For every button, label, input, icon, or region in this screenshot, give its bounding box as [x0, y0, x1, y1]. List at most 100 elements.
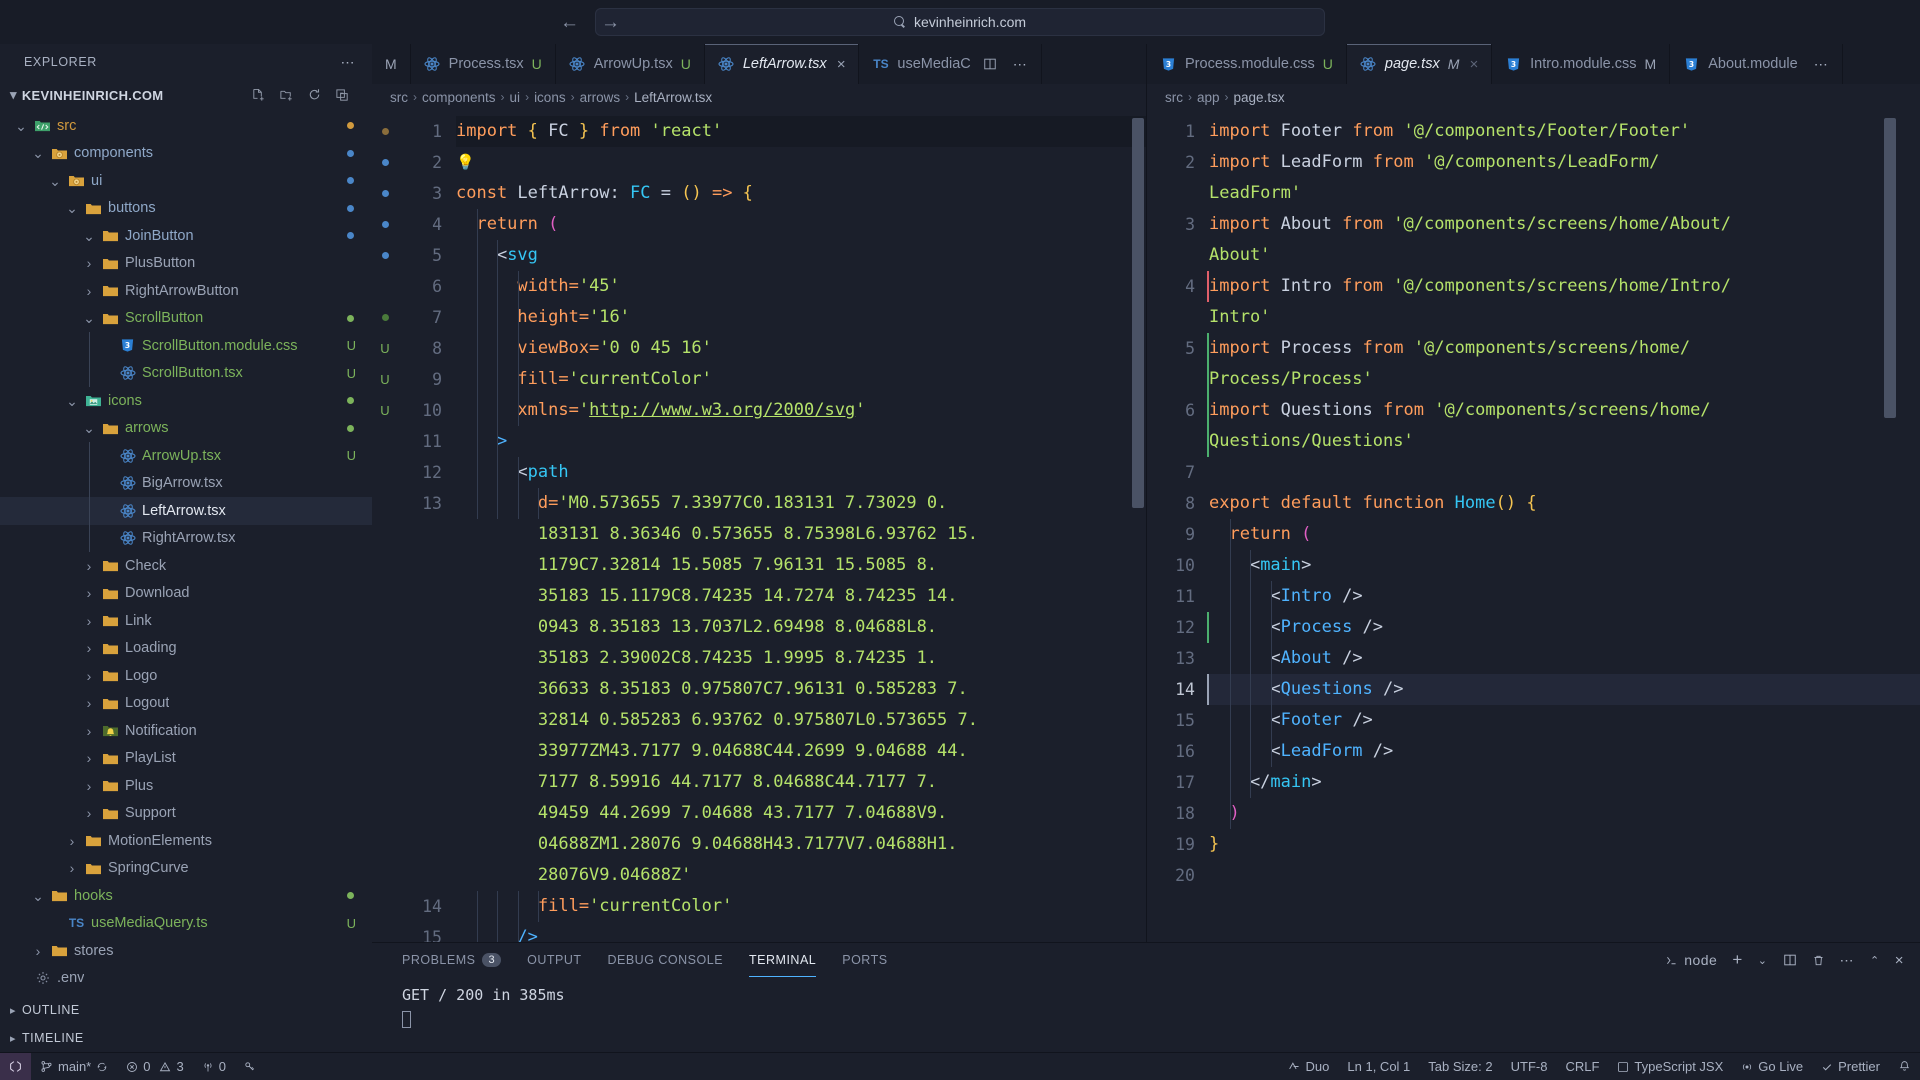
- editor-tab-partial[interactable]: M: [372, 44, 411, 84]
- lightbulb-icon[interactable]: 💡: [456, 153, 475, 171]
- collapse-all-icon[interactable]: [335, 88, 350, 103]
- editor-tab-page-tsx[interactable]: page.tsx M ×: [1346, 44, 1493, 84]
- tree-item-rightarrowbutton[interactable]: › RightArrowButton: [0, 277, 372, 305]
- terminal-shell-indicator[interactable]: node: [1665, 952, 1717, 968]
- tree-item-hooks[interactable]: ⌄ hooks: [0, 882, 372, 910]
- tree-item-logout[interactable]: › Logout: [0, 690, 372, 718]
- terminal-body[interactable]: GET / 200 in 385ms: [372, 977, 1920, 1052]
- panel-tab-problems[interactable]: PROBLEMS 3: [402, 943, 502, 977]
- breadcrumb-segment[interactable]: arrows: [580, 90, 621, 105]
- breadcrumb-segment[interactable]: page.tsx: [1234, 90, 1285, 105]
- prettier-indicator[interactable]: Prettier: [1812, 1053, 1889, 1080]
- outline-section[interactable]: ▸ OUTLINE: [0, 996, 372, 1024]
- split-terminal-icon[interactable]: [1783, 953, 1797, 967]
- tree-item-playlist[interactable]: › PlayList: [0, 745, 372, 773]
- breadcrumb-segment[interactable]: icons: [534, 90, 566, 105]
- breadcrumb-segment[interactable]: LeftArrow.tsx: [634, 90, 712, 105]
- notifications-bell[interactable]: [1889, 1053, 1920, 1080]
- go-live-button[interactable]: Go Live: [1732, 1053, 1812, 1080]
- duo-indicator[interactable]: Duo: [1279, 1053, 1339, 1080]
- branch-indicator[interactable]: main*: [31, 1053, 117, 1080]
- tab-size[interactable]: Tab Size: 2: [1419, 1053, 1501, 1080]
- tree-item-plusbutton[interactable]: › PlusButton: [0, 250, 372, 278]
- breadcrumb-segment[interactable]: src: [1165, 90, 1183, 105]
- editor-actions-more-icon[interactable]: ⋯: [1013, 56, 1029, 73]
- split-editor-icon[interactable]: [979, 57, 997, 71]
- code-content[interactable]: import Footer from '@/components/Footer/…: [1209, 110, 1920, 942]
- panel-tab-terminal[interactable]: TERMINAL: [749, 943, 817, 977]
- editor-tab-about-module[interactable]: 3 About.module ⋯: [1670, 44, 1844, 84]
- new-terminal-icon[interactable]: +: [1732, 950, 1742, 970]
- tree-item-arrowup-tsx[interactable]: ArrowUp.tsx U: [0, 442, 372, 470]
- tree-item-components[interactable]: ⌄ components: [0, 140, 372, 168]
- tree-item-leftarrow-tsx[interactable]: LeftArrow.tsx: [0, 497, 372, 525]
- breadcrumb-segment[interactable]: src: [390, 90, 408, 105]
- trash-icon[interactable]: [1812, 954, 1825, 967]
- editor-scrollbar[interactable]: [1132, 118, 1144, 508]
- tree-item-usemediaquery-ts[interactable]: TS useMediaQuery.ts U: [0, 910, 372, 938]
- tree-item-stores[interactable]: › stores: [0, 937, 372, 965]
- tree-item-ui[interactable]: ⌄ ui: [0, 167, 372, 195]
- tree-item-notification[interactable]: › Notification: [0, 717, 372, 745]
- end-of-line[interactable]: CRLF: [1556, 1053, 1608, 1080]
- maximize-panel-icon[interactable]: ⌃: [1870, 954, 1880, 967]
- panel-tab-debug-console[interactable]: DEBUG CONSOLE: [607, 943, 723, 977]
- refresh-icon[interactable]: [307, 88, 322, 103]
- tree-item-loading[interactable]: › Loading: [0, 635, 372, 663]
- explorer-more-icon[interactable]: ⋯: [341, 54, 357, 71]
- code-editor[interactable]: U U U 1 2 3 4 5 6 7 8 9 10 11 12 13 14 15 import { FC } fr…: [372, 110, 1146, 942]
- tab-close-icon[interactable]: ×: [837, 56, 846, 73]
- code-editor[interactable]: 1 2 3 4 5 6 7 8 9 10 11 12 13 14 15 16 17 18 19 20 import Fo…: [1147, 110, 1920, 942]
- arrow-right-icon[interactable]: →: [601, 13, 620, 32]
- tree-item-logo[interactable]: › Logo: [0, 662, 372, 690]
- tree-item-scrollbutton[interactable]: ⌄ ScrollButton: [0, 305, 372, 333]
- panel-tab-ports[interactable]: PORTS: [842, 943, 887, 977]
- new-file-icon[interactable]: [251, 88, 266, 103]
- breadcrumb-segment[interactable]: app: [1197, 90, 1220, 105]
- project-root-row[interactable]: ▾ KEVINHEINRICH.COM: [0, 80, 372, 110]
- panel-more-icon[interactable]: ⋯: [1840, 952, 1856, 969]
- tree-item-plus[interactable]: › Plus: [0, 772, 372, 800]
- remote-indicator[interactable]: [0, 1052, 31, 1080]
- editor-tab-leftarrow-tsx[interactable]: LeftArrow.tsx ×: [704, 44, 860, 84]
- code-content[interactable]: import { FC } from 'react' 💡 const LeftArr…: [456, 110, 1146, 942]
- tree-item-bigarrow-tsx[interactable]: BigArrow.tsx: [0, 469, 372, 497]
- close-panel-icon[interactable]: ×: [1895, 952, 1904, 969]
- breadcrumb-segment[interactable]: components: [422, 90, 496, 105]
- tree-item-env[interactable]: .env: [0, 965, 372, 993]
- chevron-down-icon[interactable]: ⌄: [1758, 954, 1768, 967]
- editor-tab-process-module-css[interactable]: 3 Process.module.css U: [1147, 44, 1347, 84]
- editor-tab-intro-module-css[interactable]: 3 Intro.module.css M: [1492, 44, 1671, 84]
- tree-item-download[interactable]: › Download: [0, 580, 372, 608]
- command-center[interactable]: kevinheinrich.com: [595, 8, 1325, 36]
- problems-indicator[interactable]: 0 3: [117, 1053, 192, 1080]
- breadcrumb-segment[interactable]: ui: [510, 90, 521, 105]
- key-indicator[interactable]: [235, 1053, 265, 1080]
- arrow-left-icon[interactable]: ←: [560, 13, 579, 32]
- tree-item-scrollbutton-module-css[interactable]: 3 ScrollButton.module.css U: [0, 332, 372, 360]
- tree-item-arrows[interactable]: ⌄ arrows: [0, 415, 372, 443]
- timeline-section[interactable]: ▸ TIMELINE: [0, 1024, 372, 1052]
- tree-item-rightarrow-tsx[interactable]: RightArrow.tsx: [0, 524, 372, 552]
- language-mode[interactable]: TypeScript JSX: [1608, 1053, 1732, 1080]
- cursor-position[interactable]: Ln 1, Col 1: [1338, 1053, 1419, 1080]
- tree-item-icons[interactable]: ⌄ icons: [0, 387, 372, 415]
- new-folder-icon[interactable]: [279, 88, 294, 103]
- encoding[interactable]: UTF-8: [1502, 1053, 1557, 1080]
- tab-close-icon[interactable]: ×: [1469, 56, 1478, 73]
- editor-tab-process-tsx[interactable]: Process.tsx U: [410, 44, 556, 84]
- tree-item-buttons[interactable]: ⌄ buttons: [0, 195, 372, 223]
- tree-item-support[interactable]: › Support: [0, 800, 372, 828]
- tree-item-link[interactable]: › Link: [0, 607, 372, 635]
- ports-indicator[interactable]: 0: [193, 1053, 235, 1080]
- tree-item-src[interactable]: ⌄ src: [0, 112, 372, 140]
- editor-tab-arrowup-tsx[interactable]: ArrowUp.tsx U: [555, 44, 705, 84]
- tree-item-springcurve[interactable]: › SpringCurve: [0, 855, 372, 883]
- editor-scrollbar[interactable]: [1884, 118, 1896, 418]
- panel-tab-output[interactable]: OUTPUT: [527, 943, 581, 977]
- tree-item-scrollbutton-tsx[interactable]: ScrollButton.tsx U: [0, 359, 372, 387]
- tree-item-joinbutton[interactable]: ⌄ JoinButton: [0, 222, 372, 250]
- editor-actions-more-icon[interactable]: ⋯: [1814, 56, 1830, 73]
- tree-item-motionelements[interactable]: › MotionElements: [0, 827, 372, 855]
- tree-item-check[interactable]: › Check: [0, 552, 372, 580]
